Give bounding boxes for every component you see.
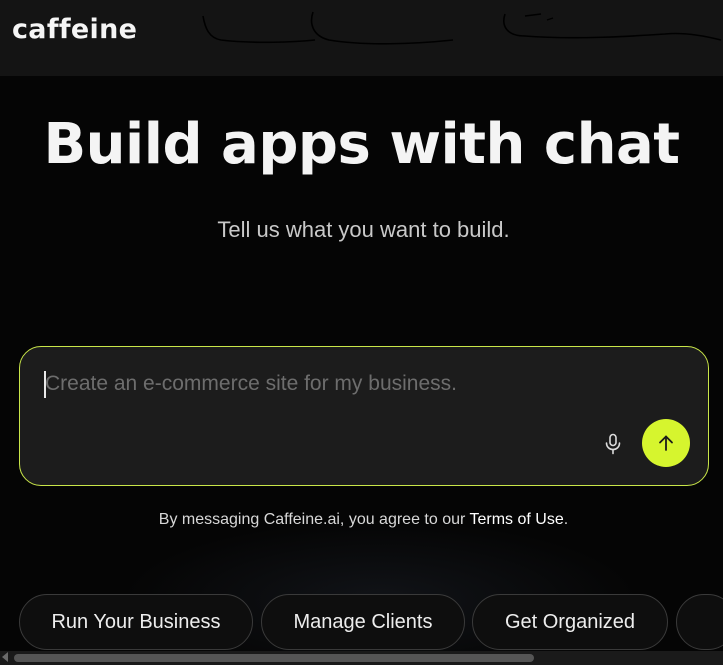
microphone-icon [605,433,621,455]
suggestion-chip-run-your-business[interactable]: Run Your Business [19,594,253,650]
suggestion-chip-partial[interactable] [676,594,723,650]
terms-prefix: By messaging Caffeine.ai, you agree to o… [158,511,470,528]
terms-notice: By messaging Caffeine.ai, you agree to o… [0,511,723,529]
microphone-button[interactable] [598,429,628,459]
caffeine-logo[interactable]: caffeine [12,14,137,45]
top-bar: caffeine [0,0,723,76]
terms-suffix: . [563,511,569,528]
redacted-scribbles [202,11,722,45]
prompt-box [19,346,709,486]
send-button[interactable] [642,419,690,467]
hero-subtitle: Tell us what you want to build. [217,217,510,242]
suggestion-chip-manage-clients[interactable]: Manage Clients [261,594,465,650]
terms-of-use-link[interactable]: Terms of Use [470,511,564,528]
prompt-input[interactable] [45,369,605,399]
horizontal-scrollbar[interactable] [0,651,723,665]
hero-title: Build apps with chat [43,112,681,177]
scrollbar-thumb[interactable] [14,654,534,662]
scroll-left-arrow-icon[interactable] [2,652,8,662]
suggestion-chip-get-organized[interactable]: Get Organized [472,594,668,650]
arrow-up-icon [659,435,673,451]
